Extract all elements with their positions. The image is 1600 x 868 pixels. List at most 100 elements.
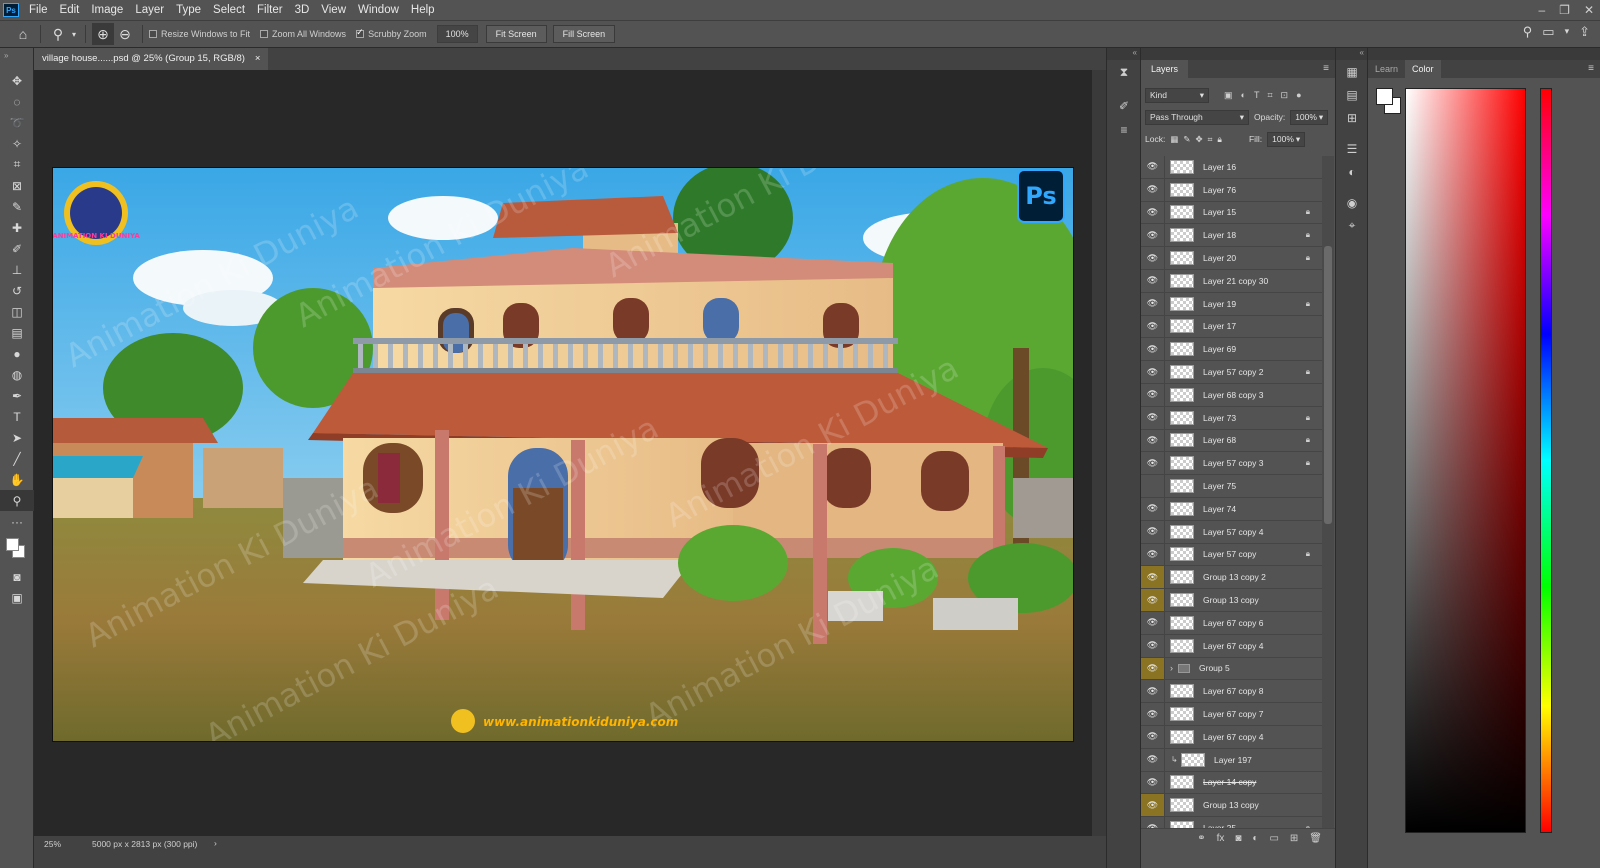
- layer-name[interactable]: Layer 18: [1203, 230, 1236, 240]
- menu-help[interactable]: Help: [405, 0, 441, 20]
- layer-thumbnail[interactable]: [1170, 456, 1194, 471]
- layer-row[interactable]: 👁︎ Layer 67 copy 6: [1141, 611, 1322, 635]
- layer-row[interactable]: 👁︎ Layer 76: [1141, 178, 1322, 202]
- quick-mask-icon[interactable]: ◙: [0, 566, 34, 587]
- color-saturation-field[interactable]: [1405, 88, 1526, 833]
- hue-slider[interactable]: [1540, 88, 1552, 833]
- layer-thumbnail[interactable]: [1170, 479, 1194, 494]
- crop-tool-icon[interactable]: ⌗: [0, 154, 34, 175]
- move-tool-icon[interactable]: ✥: [0, 70, 34, 91]
- layer-row[interactable]: 👁︎ Layer 67 copy 4: [1141, 725, 1322, 749]
- visibility-eye-icon[interactable]: 👁︎: [1141, 361, 1165, 383]
- share-icon[interactable]: ⇪: [1579, 24, 1590, 40]
- visibility-eye-icon[interactable]: 👁︎: [1141, 520, 1165, 543]
- layer-name[interactable]: Layer 15: [1203, 207, 1236, 217]
- layer-name[interactable]: Layer 73: [1203, 413, 1236, 423]
- visibility-eye-icon[interactable]: 👁︎: [1141, 156, 1165, 178]
- layer-thumbnail[interactable]: [1170, 593, 1194, 608]
- visibility-eye-icon[interactable]: 👁︎: [1141, 224, 1165, 247]
- visibility-eye-icon[interactable]: 👁︎: [1141, 178, 1165, 201]
- collapse-panels-icon[interactable]: «: [1336, 48, 1367, 60]
- layer-thumbnail[interactable]: [1181, 752, 1205, 767]
- foreground-color-swatch[interactable]: [1376, 88, 1393, 105]
- layer-row[interactable]: 👁︎ ↳ Layer 197: [1141, 748, 1322, 772]
- visibility-eye-icon[interactable]: 👁︎: [1141, 383, 1165, 406]
- layer-row[interactable]: 👁︎ Layer 67 copy 8: [1141, 680, 1322, 704]
- layer-row[interactable]: Layer 75: [1141, 475, 1322, 498]
- pen-tool-icon[interactable]: ✒: [0, 385, 34, 406]
- layer-thumbnail[interactable]: [1170, 615, 1194, 630]
- layer-thumbnail[interactable]: [1170, 296, 1194, 311]
- magic-wand-tool-icon[interactable]: ✧: [0, 133, 34, 154]
- layer-name[interactable]: Layer 20: [1203, 253, 1236, 263]
- layer-row[interactable]: 👁︎ Layer 20 🔒︎: [1141, 247, 1322, 270]
- color-swatches[interactable]: [0, 532, 33, 566]
- lock-all-icon[interactable]: 🔒︎: [1217, 134, 1222, 145]
- lock-position-icon[interactable]: ✥: [1195, 134, 1202, 145]
- layer-thumbnail[interactable]: [1170, 524, 1194, 539]
- zoom-tool-icon[interactable]: ⚲: [0, 490, 34, 511]
- visibility-eye-icon[interactable]: [1141, 475, 1165, 497]
- layer-thumbnail[interactable]: [1170, 319, 1194, 334]
- lasso-tool-icon[interactable]: ➰: [0, 112, 34, 133]
- layer-name[interactable]: Layer 69: [1203, 344, 1236, 354]
- menu-image[interactable]: Image: [85, 0, 129, 20]
- adjustments-panel-icon[interactable]: ◐: [1336, 160, 1368, 183]
- scrubby-zoom-checkbox[interactable]: Scrubby Zoom: [356, 27, 427, 39]
- properties-panel-icon[interactable]: ☰: [1336, 137, 1368, 160]
- stamp-tool-icon[interactable]: ⊥: [0, 259, 34, 280]
- new-layer-icon[interactable]: ⊞: [1290, 833, 1298, 844]
- layer-row[interactable]: 👁︎ Layer 67 copy 4: [1141, 634, 1322, 658]
- layer-name[interactable]: Layer 74: [1203, 504, 1236, 514]
- visibility-eye-icon[interactable]: 👁︎: [1141, 292, 1165, 315]
- layer-thumbnail[interactable]: [1170, 775, 1194, 790]
- layer-name[interactable]: Layer 67 copy 6: [1203, 618, 1263, 628]
- path-selection-tool-icon[interactable]: ➤: [0, 427, 34, 448]
- layer-row[interactable]: 👁︎ Layer 21 copy 30: [1141, 269, 1322, 293]
- visibility-eye-icon[interactable]: 👁︎: [1141, 748, 1165, 771]
- expand-chevron-icon[interactable]: ›: [1170, 663, 1173, 673]
- link-layers-icon[interactable]: ⚭: [1197, 833, 1205, 844]
- adjustment-filter-icon[interactable]: ◐: [1241, 90, 1246, 101]
- frame-tool-icon[interactable]: ⊠: [0, 175, 34, 196]
- layer-thumbnail[interactable]: [1170, 182, 1194, 197]
- menu-edit[interactable]: Edit: [54, 0, 86, 20]
- fill-screen-button[interactable]: Fill Screen: [552, 25, 616, 43]
- layer-name[interactable]: Layer 76: [1203, 185, 1236, 195]
- eyedropper-tool-icon[interactable]: ✎: [0, 196, 34, 217]
- document-tab[interactable]: village house......psd @ 25% (Group 15, …: [34, 48, 269, 70]
- layer-thumbnail[interactable]: [1170, 251, 1194, 266]
- brush-tool-icon[interactable]: ✐: [0, 238, 34, 259]
- layer-thumbnail[interactable]: [1170, 638, 1194, 653]
- layer-thumbnail[interactable]: [1170, 729, 1194, 744]
- layer-name[interactable]: Layer 14 copy: [1203, 777, 1256, 787]
- layer-name[interactable]: Group 5: [1199, 663, 1230, 673]
- layer-list[interactable]: 👁︎ Layer 16 👁︎ Layer 76 👁︎ Layer 15 🔒︎ 👁︎ Layer …: [1141, 156, 1322, 836]
- add-mask-icon[interactable]: ◙: [1235, 833, 1241, 844]
- layer-thumbnail[interactable]: [1170, 228, 1194, 243]
- swatches-panel-icon[interactable]: ▦: [1336, 60, 1368, 83]
- workspace-icon[interactable]: ▭: [1542, 24, 1554, 40]
- tab-learn[interactable]: Learn: [1368, 60, 1405, 78]
- brush-settings-icon[interactable]: ✐: [1107, 94, 1141, 118]
- canvas-area[interactable]: Animation Ki Duniya Animation Ki Duniya …: [34, 70, 1092, 836]
- line-tool-icon[interactable]: ╱: [0, 448, 34, 469]
- layer-name[interactable]: Layer 197: [1214, 755, 1252, 765]
- layer-row[interactable]: 👁︎ Layer 74: [1141, 497, 1322, 521]
- layer-row[interactable]: 👁︎ Group 13 copy 2: [1141, 566, 1322, 590]
- chevron-down-icon[interactable]: ▾: [1565, 26, 1570, 40]
- close-icon[interactable]: ✕: [1584, 0, 1594, 20]
- zoom-tool-preset-icon[interactable]: ⚲: [47, 23, 69, 45]
- layer-thumbnail[interactable]: [1170, 205, 1194, 220]
- resize-windows-checkbox[interactable]: Resize Windows to Fit: [149, 29, 250, 39]
- layer-row[interactable]: 👁︎ Layer 57 copy 🔒︎: [1141, 543, 1322, 567]
- pixel-filter-icon[interactable]: ▣: [1224, 90, 1233, 101]
- blur-tool-icon[interactable]: ●: [0, 343, 34, 364]
- layer-thumbnail[interactable]: [1170, 547, 1194, 562]
- scrollbar-thumb[interactable]: [1324, 246, 1332, 524]
- layer-name[interactable]: Layer 68: [1203, 435, 1236, 445]
- gradients-panel-icon[interactable]: ▤: [1336, 83, 1368, 106]
- shape-filter-icon[interactable]: ⌗: [1267, 90, 1272, 101]
- dodge-tool-icon[interactable]: ◍: [0, 364, 34, 385]
- layer-thumbnail[interactable]: [1170, 707, 1194, 722]
